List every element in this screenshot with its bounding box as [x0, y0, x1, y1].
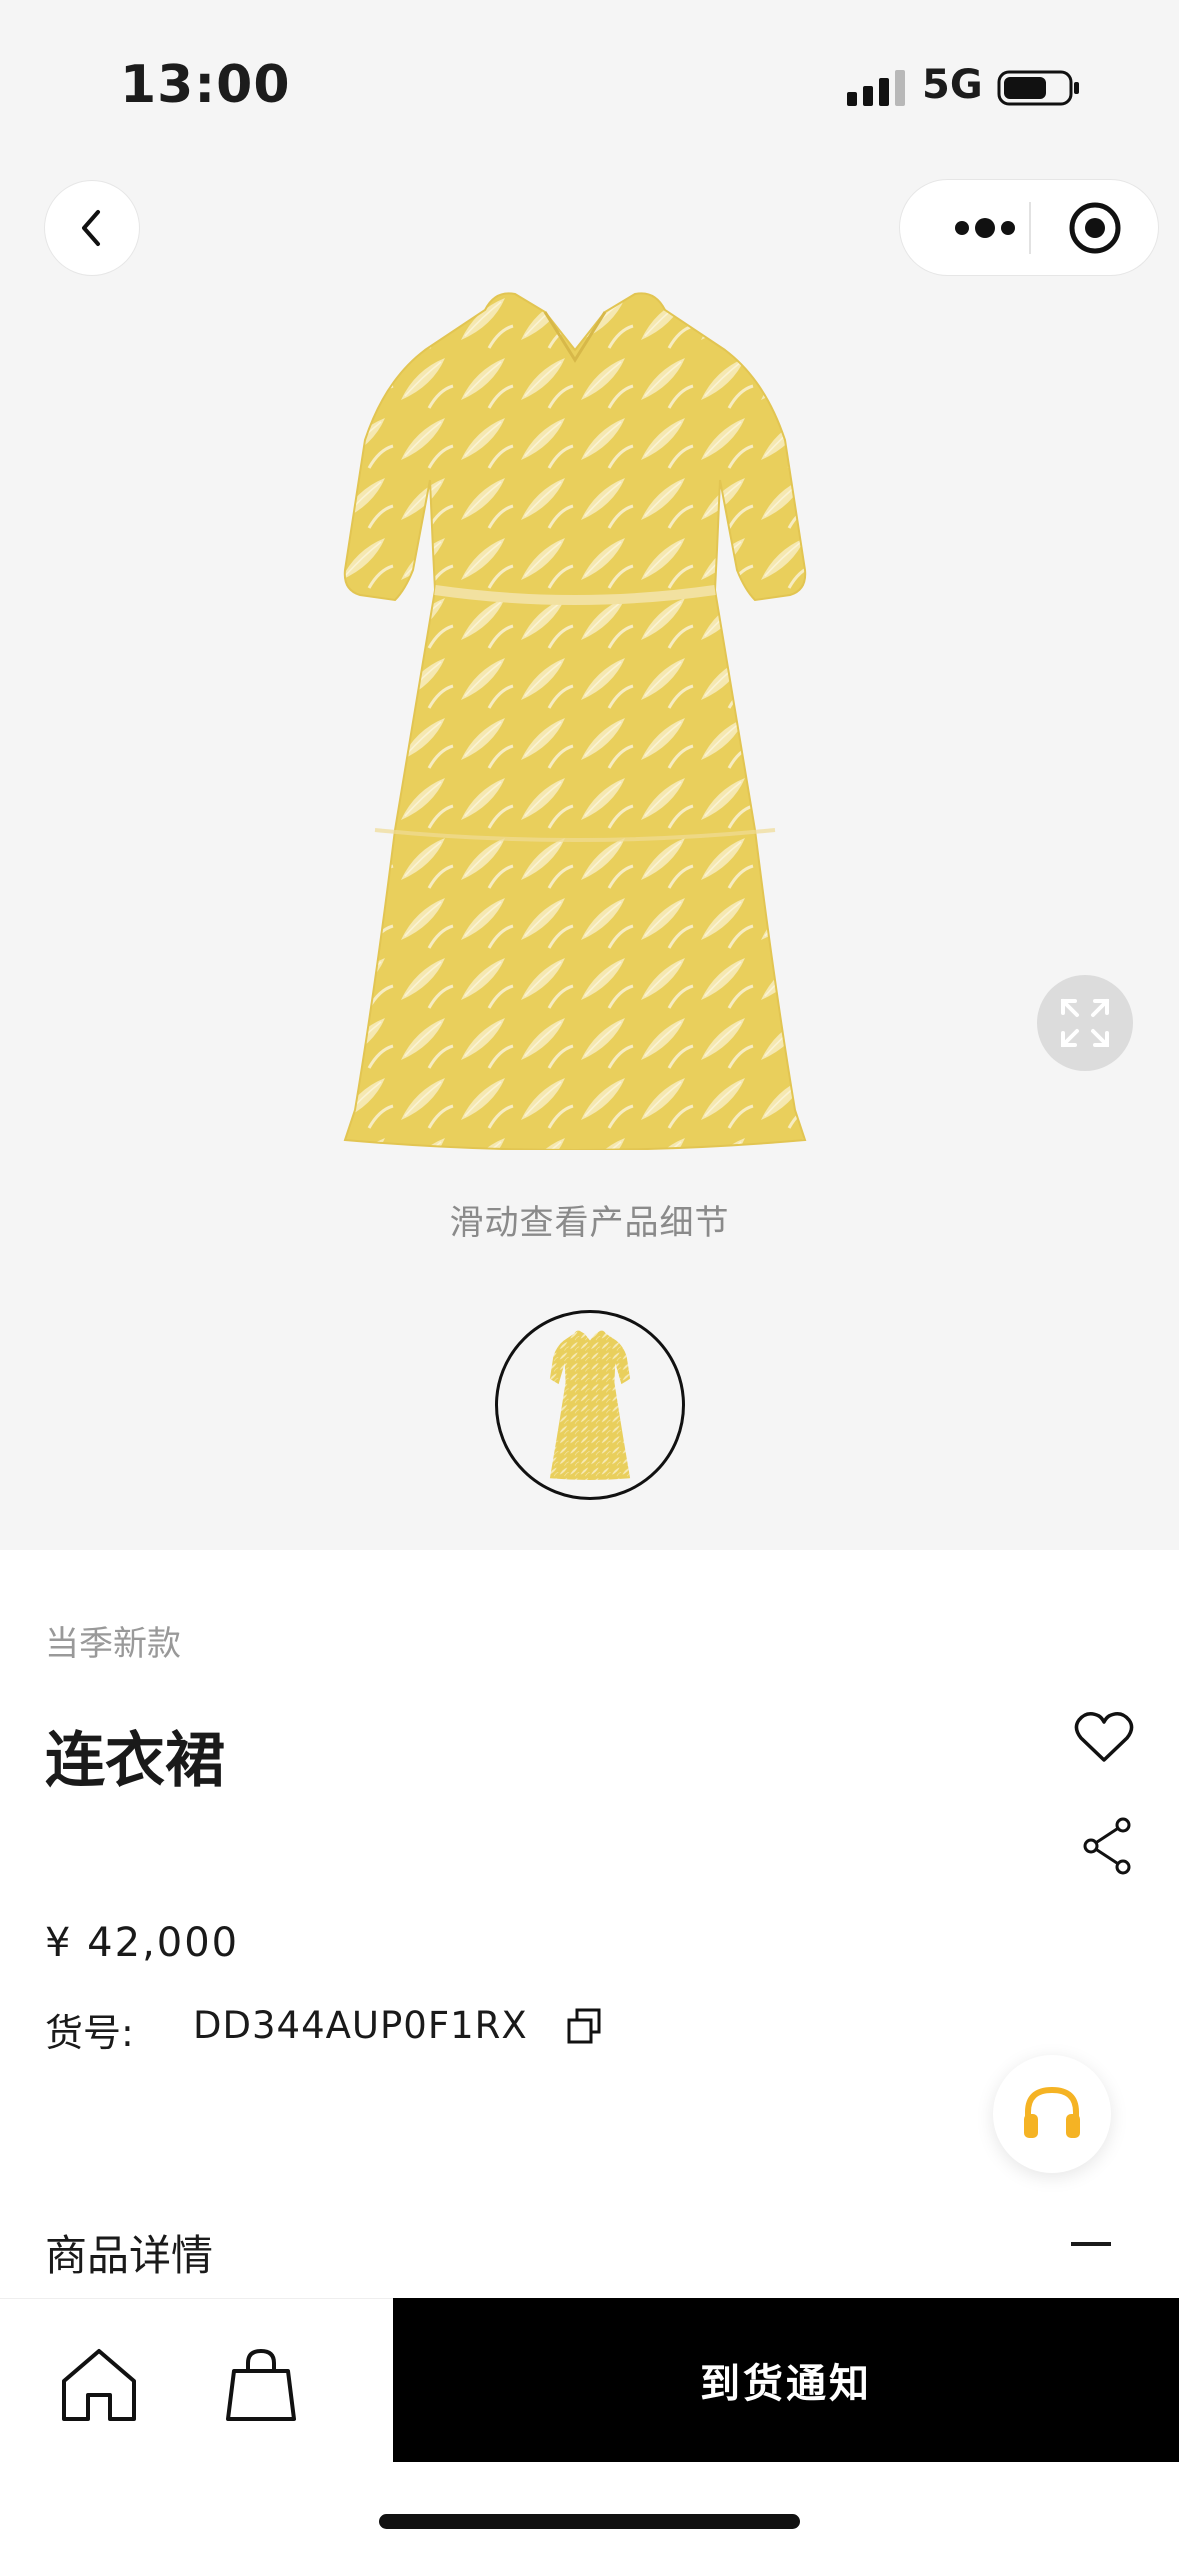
details-section-label[interactable]: 商品详情	[45, 2222, 213, 2283]
heart-icon[interactable]	[1073, 1710, 1135, 1766]
product-image[interactable]	[335, 290, 815, 1150]
more-button[interactable]	[930, 180, 1040, 275]
fullscreen-button[interactable]	[1037, 975, 1133, 1071]
sku-value: DD344AUP0F1RX	[193, 2004, 528, 2047]
share-icon[interactable]	[1079, 1815, 1135, 1877]
capsule-divider	[1029, 202, 1031, 254]
target-icon	[1069, 202, 1121, 253]
signal-icon	[847, 70, 905, 106]
back-arrow-icon	[82, 210, 100, 246]
copy-icon[interactable]	[565, 2006, 605, 2046]
miniprogram-capsule	[900, 180, 1158, 275]
product-price: ¥ 42,000	[45, 1920, 240, 1966]
expand-icon	[1061, 999, 1109, 1047]
more-dots-icon	[955, 217, 1015, 238]
battery-icon	[997, 70, 1079, 106]
thumbnail-image	[549, 1330, 631, 1480]
home-indicator[interactable]	[379, 2514, 800, 2529]
status-time: 13:00	[120, 55, 291, 115]
arrival-notice-button[interactable]: 到货通知	[393, 2298, 1179, 2462]
swipe-hint: 滑动查看产品细节	[449, 1203, 730, 1243]
home-icon[interactable]	[58, 2345, 140, 2425]
network-type: 5G	[922, 62, 983, 108]
back-button[interactable]	[45, 181, 139, 275]
bag-icon[interactable]	[220, 2345, 302, 2425]
headset-icon	[1024, 2086, 1080, 2138]
season-tag: 当季新款	[45, 1624, 181, 1664]
close-miniprogram-button[interactable]	[1050, 180, 1140, 275]
customer-service-button[interactable]	[993, 2055, 1111, 2173]
product-title: 连衣裙	[45, 1726, 225, 1796]
collapse-icon[interactable]	[1071, 2242, 1111, 2246]
gallery-thumbnail[interactable]	[495, 1310, 685, 1500]
sku-label: 货号:	[45, 2011, 134, 2055]
